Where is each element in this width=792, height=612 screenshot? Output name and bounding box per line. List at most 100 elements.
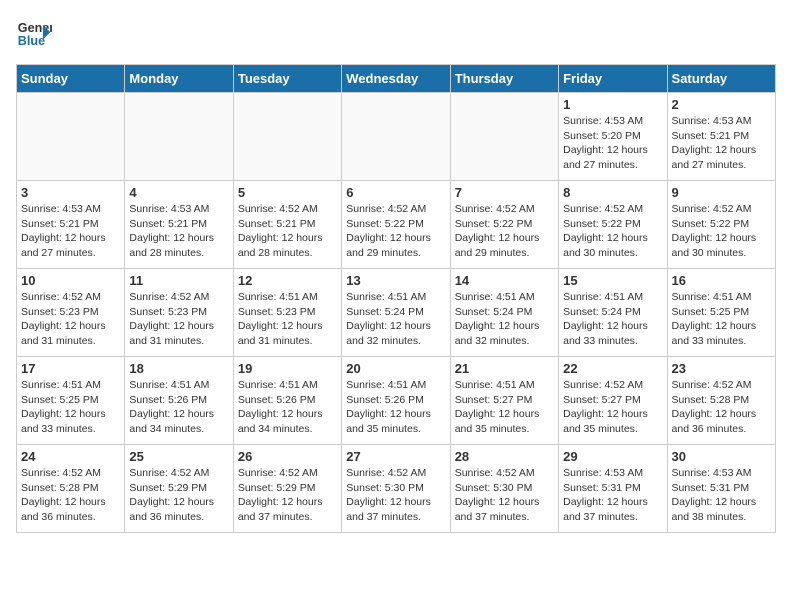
column-header-friday: Friday bbox=[559, 65, 667, 93]
calendar-cell: 27 Sunrise: 4:52 AM Sunset: 5:30 PM Dayli… bbox=[342, 445, 450, 533]
day-info: Sunrise: 4:52 AM Sunset: 5:28 PM Dayligh… bbox=[21, 466, 120, 525]
column-header-monday: Monday bbox=[125, 65, 233, 93]
calendar-cell: 20 Sunrise: 4:51 AM Sunset: 5:26 PM Dayli… bbox=[342, 357, 450, 445]
day-number: 1 bbox=[563, 97, 662, 112]
column-header-thursday: Thursday bbox=[450, 65, 558, 93]
calendar-table: SundayMondayTuesdayWednesdayThursdayFrid… bbox=[16, 64, 776, 533]
calendar-cell: 25 Sunrise: 4:52 AM Sunset: 5:29 PM Dayli… bbox=[125, 445, 233, 533]
day-number: 2 bbox=[672, 97, 771, 112]
day-number: 10 bbox=[21, 273, 120, 288]
calendar-cell: 14 Sunrise: 4:51 AM Sunset: 5:24 PM Dayli… bbox=[450, 269, 558, 357]
day-info: Sunrise: 4:51 AM Sunset: 5:24 PM Dayligh… bbox=[563, 290, 662, 349]
calendar-cell: 1 Sunrise: 4:53 AM Sunset: 5:20 PM Daylig… bbox=[559, 93, 667, 181]
day-info: Sunrise: 4:52 AM Sunset: 5:22 PM Dayligh… bbox=[563, 202, 662, 261]
day-number: 3 bbox=[21, 185, 120, 200]
calendar-cell: 9 Sunrise: 4:52 AM Sunset: 5:22 PM Daylig… bbox=[667, 181, 775, 269]
day-info: Sunrise: 4:53 AM Sunset: 5:31 PM Dayligh… bbox=[563, 466, 662, 525]
calendar-cell: 8 Sunrise: 4:52 AM Sunset: 5:22 PM Daylig… bbox=[559, 181, 667, 269]
day-info: Sunrise: 4:51 AM Sunset: 5:26 PM Dayligh… bbox=[238, 378, 337, 437]
day-number: 25 bbox=[129, 449, 228, 464]
day-number: 30 bbox=[672, 449, 771, 464]
day-number: 16 bbox=[672, 273, 771, 288]
day-number: 4 bbox=[129, 185, 228, 200]
day-info: Sunrise: 4:52 AM Sunset: 5:30 PM Dayligh… bbox=[455, 466, 554, 525]
day-info: Sunrise: 4:52 AM Sunset: 5:22 PM Dayligh… bbox=[346, 202, 445, 261]
calendar-week-3: 10 Sunrise: 4:52 AM Sunset: 5:23 PM Dayli… bbox=[17, 269, 776, 357]
calendar-week-2: 3 Sunrise: 4:53 AM Sunset: 5:21 PM Daylig… bbox=[17, 181, 776, 269]
calendar-cell bbox=[233, 93, 341, 181]
calendar-cell: 19Sunrise: 4:51 AM Sunset: 5:26 PM Dayli… bbox=[233, 357, 341, 445]
day-number: 17 bbox=[21, 361, 120, 376]
day-info: Sunrise: 4:51 AM Sunset: 5:25 PM Dayligh… bbox=[21, 378, 120, 437]
calendar-cell: 7 Sunrise: 4:52 AM Sunset: 5:22 PM Daylig… bbox=[450, 181, 558, 269]
calendar-cell: 23Sunrise: 4:52 AM Sunset: 5:28 PM Dayli… bbox=[667, 357, 775, 445]
page-header: General Blue bbox=[16, 16, 776, 52]
day-number: 28 bbox=[455, 449, 554, 464]
day-info: Sunrise: 4:52 AM Sunset: 5:29 PM Dayligh… bbox=[238, 466, 337, 525]
day-info: Sunrise: 4:52 AM Sunset: 5:29 PM Dayligh… bbox=[129, 466, 228, 525]
calendar-cell: 2Sunrise: 4:53 AM Sunset: 5:21 PM Daylig… bbox=[667, 93, 775, 181]
calendar-cell: 15 Sunrise: 4:51 AM Sunset: 5:24 PM Dayli… bbox=[559, 269, 667, 357]
day-number: 11 bbox=[129, 273, 228, 288]
day-info: Sunrise: 4:51 AM Sunset: 5:23 PM Dayligh… bbox=[238, 290, 337, 349]
day-info: Sunrise: 4:51 AM Sunset: 5:25 PM Dayligh… bbox=[672, 290, 771, 349]
column-header-tuesday: Tuesday bbox=[233, 65, 341, 93]
calendar-week-5: 24 Sunrise: 4:52 AM Sunset: 5:28 PM Dayli… bbox=[17, 445, 776, 533]
day-number: 29 bbox=[563, 449, 662, 464]
day-number: 5 bbox=[238, 185, 337, 200]
calendar-cell: 5 Sunrise: 4:52 AM Sunset: 5:21 PM Daylig… bbox=[233, 181, 341, 269]
calendar-cell: 18 Sunrise: 4:51 AM Sunset: 5:26 PM Dayli… bbox=[125, 357, 233, 445]
calendar-cell: 29 Sunrise: 4:53 AM Sunset: 5:31 PM Dayli… bbox=[559, 445, 667, 533]
day-info: Sunrise: 4:51 AM Sunset: 5:24 PM Dayligh… bbox=[455, 290, 554, 349]
day-info: Sunrise: 4:52 AM Sunset: 5:23 PM Dayligh… bbox=[129, 290, 228, 349]
svg-text:Blue: Blue bbox=[18, 34, 45, 48]
calendar-cell: 21 Sunrise: 4:51 AM Sunset: 5:27 PM Dayli… bbox=[450, 357, 558, 445]
day-info: Sunrise: 4:52 AM Sunset: 5:23 PM Dayligh… bbox=[21, 290, 120, 349]
day-number: 18 bbox=[129, 361, 228, 376]
calendar-cell: 30 Sunrise: 4:53 AM Sunset: 5:31 PM Dayli… bbox=[667, 445, 775, 533]
day-number: 22 bbox=[563, 361, 662, 376]
day-info: Sunrise: 4:53 AM Sunset: 5:21 PM Dayligh… bbox=[129, 202, 228, 261]
day-info: Sunrise: 4:52 AM Sunset: 5:22 PM Dayligh… bbox=[672, 202, 771, 261]
day-info: Sunrise: 4:51 AM Sunset: 5:27 PM Dayligh… bbox=[455, 378, 554, 437]
calendar-week-1: 1 Sunrise: 4:53 AM Sunset: 5:20 PM Daylig… bbox=[17, 93, 776, 181]
day-info: Sunrise: 4:52 AM Sunset: 5:30 PM Dayligh… bbox=[346, 466, 445, 525]
day-info: Sunrise: 4:53 AM Sunset: 5:20 PM Dayligh… bbox=[563, 114, 662, 173]
day-number: 14 bbox=[455, 273, 554, 288]
calendar-cell bbox=[17, 93, 125, 181]
calendar-cell: 17 Sunrise: 4:51 AM Sunset: 5:25 PM Dayli… bbox=[17, 357, 125, 445]
column-header-wednesday: Wednesday bbox=[342, 65, 450, 93]
day-info: Sunrise: 4:53 AM Sunset: 5:31 PM Dayligh… bbox=[672, 466, 771, 525]
calendar-header-row: SundayMondayTuesdayWednesdayThursdayFrid… bbox=[17, 65, 776, 93]
day-number: 7 bbox=[455, 185, 554, 200]
calendar-cell: 28 Sunrise: 4:52 AM Sunset: 5:30 PM Dayli… bbox=[450, 445, 558, 533]
day-number: 6 bbox=[346, 185, 445, 200]
calendar-cell: 3Sunrise: 4:53 AM Sunset: 5:21 PM Daylig… bbox=[17, 181, 125, 269]
day-info: Sunrise: 4:51 AM Sunset: 5:24 PM Dayligh… bbox=[346, 290, 445, 349]
calendar-cell: 22Sunrise: 4:52 AM Sunset: 5:27 PM Dayli… bbox=[559, 357, 667, 445]
day-number: 20 bbox=[346, 361, 445, 376]
calendar-cell bbox=[342, 93, 450, 181]
day-info: Sunrise: 4:52 AM Sunset: 5:28 PM Dayligh… bbox=[672, 378, 771, 437]
day-number: 21 bbox=[455, 361, 554, 376]
calendar-cell bbox=[450, 93, 558, 181]
day-info: Sunrise: 4:52 AM Sunset: 5:21 PM Dayligh… bbox=[238, 202, 337, 261]
calendar-cell: 10 Sunrise: 4:52 AM Sunset: 5:23 PM Dayli… bbox=[17, 269, 125, 357]
day-number: 15 bbox=[563, 273, 662, 288]
calendar-cell: 16 Sunrise: 4:51 AM Sunset: 5:25 PM Dayli… bbox=[667, 269, 775, 357]
calendar-cell: 13Sunrise: 4:51 AM Sunset: 5:24 PM Dayli… bbox=[342, 269, 450, 357]
day-info: Sunrise: 4:51 AM Sunset: 5:26 PM Dayligh… bbox=[346, 378, 445, 437]
day-number: 27 bbox=[346, 449, 445, 464]
calendar-week-4: 17 Sunrise: 4:51 AM Sunset: 5:25 PM Dayli… bbox=[17, 357, 776, 445]
calendar-cell: 26 Sunrise: 4:52 AM Sunset: 5:29 PM Dayli… bbox=[233, 445, 341, 533]
day-number: 9 bbox=[672, 185, 771, 200]
day-number: 26 bbox=[238, 449, 337, 464]
day-info: Sunrise: 4:51 AM Sunset: 5:26 PM Dayligh… bbox=[129, 378, 228, 437]
day-number: 8 bbox=[563, 185, 662, 200]
logo: General Blue bbox=[16, 16, 56, 52]
day-number: 24 bbox=[21, 449, 120, 464]
day-info: Sunrise: 4:52 AM Sunset: 5:22 PM Dayligh… bbox=[455, 202, 554, 261]
logo-icon: General Blue bbox=[16, 16, 52, 52]
calendar-cell: 24 Sunrise: 4:52 AM Sunset: 5:28 PM Dayli… bbox=[17, 445, 125, 533]
calendar-cell bbox=[125, 93, 233, 181]
